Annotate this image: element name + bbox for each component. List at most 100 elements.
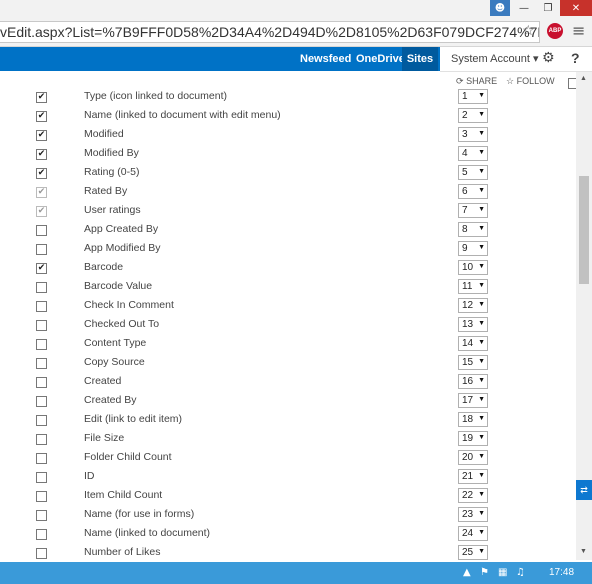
position-select[interactable]: 7 ▼ <box>458 203 488 218</box>
position-value: 24 <box>462 528 474 539</box>
display-checkbox[interactable] <box>36 339 47 350</box>
position-select[interactable]: 22 ▼ <box>458 488 488 503</box>
position-select[interactable]: 6 ▼ <box>458 184 488 199</box>
display-checkbox[interactable] <box>36 301 47 312</box>
dropdown-arrow-icon: ▼ <box>478 168 485 175</box>
display-checkbox[interactable] <box>36 396 47 407</box>
display-checkbox[interactable]: ✔ <box>36 111 47 122</box>
position-value: 16 <box>462 376 474 387</box>
position-value: 13 <box>462 319 474 330</box>
column-name: User ratings <box>84 204 141 216</box>
teamviewer-icon[interactable]: ⇄ <box>576 480 592 500</box>
dropdown-arrow-icon: ▼ <box>478 206 485 213</box>
suite-link-onedrive[interactable]: OneDrive <box>356 47 405 71</box>
position-select[interactable]: 2 ▼ <box>458 108 488 123</box>
share-button[interactable]: ⟳ SHARE <box>456 76 497 87</box>
display-checkbox[interactable] <box>36 548 47 559</box>
position-value: 22 <box>462 490 474 501</box>
display-checkbox[interactable]: ✔ <box>36 149 47 160</box>
display-checkbox[interactable]: ✔ <box>36 130 47 141</box>
flag-icon[interactable]: ⚑ <box>480 567 489 578</box>
abp-icon[interactable]: ABP <box>547 23 563 39</box>
column-name: Type (icon linked to document) <box>84 90 227 102</box>
display-checkbox[interactable]: ✔ <box>36 92 47 103</box>
column-row: ✔ Modified 3 ▼ <box>0 126 576 145</box>
position-select[interactable]: 23 ▼ <box>458 507 488 522</box>
minimize-icon[interactable]: — <box>512 0 536 16</box>
display-checkbox[interactable] <box>36 358 47 369</box>
dropdown-arrow-icon: ▼ <box>478 187 485 194</box>
url-field[interactable]: vEdit.aspx?List=%7B9FFF0D58%2D34A4%2D494… <box>0 21 540 43</box>
column-name: Content Type <box>84 337 147 349</box>
position-select[interactable]: 20 ▼ <box>458 450 488 465</box>
follow-icon: ☆ <box>506 76 515 86</box>
position-select[interactable]: 9 ▼ <box>458 241 488 256</box>
follow-label: FOLLOW <box>516 76 555 86</box>
display-checkbox[interactable] <box>36 244 47 255</box>
position-select[interactable]: 10 ▼ <box>458 260 488 275</box>
account-menu[interactable]: System Account ▾ <box>451 47 538 71</box>
position-select[interactable]: 13 ▼ <box>458 317 488 332</box>
position-select[interactable]: 19 ▼ <box>458 431 488 446</box>
position-select[interactable]: 8 ▼ <box>458 222 488 237</box>
position-select[interactable]: 17 ▼ <box>458 393 488 408</box>
tray-expand-icon[interactable]: ▲ <box>463 567 471 578</box>
columns-list: ✔ Type (icon linked to document) 1 ▼ ✔ Name (… <box>0 88 576 560</box>
column-row: ✔ User ratings 7 ▼ <box>0 202 576 221</box>
position-select[interactable]: 5 ▼ <box>458 165 488 180</box>
position-select[interactable]: 25 ▼ <box>458 545 488 560</box>
display-checkbox[interactable] <box>36 415 47 426</box>
position-select[interactable]: 3 ▼ <box>458 127 488 142</box>
scroll-up-icon[interactable]: ▲ <box>580 75 587 82</box>
scroll-thumb[interactable] <box>579 176 589 284</box>
volume-icon[interactable]: ♫ <box>516 567 525 578</box>
suite-bar: Newsfeed OneDrive Sites System Account ▾… <box>0 47 592 72</box>
position-value: 23 <box>462 509 474 520</box>
close-icon[interactable]: ✕ <box>560 0 592 16</box>
column-row: Number of Likes 25 ▼ <box>0 544 576 560</box>
column-name: File Size <box>84 432 125 444</box>
display-checkbox[interactable] <box>36 320 47 331</box>
position-select[interactable]: 15 ▼ <box>458 355 488 370</box>
dropdown-arrow-icon: ▼ <box>478 320 485 327</box>
network-icon[interactable]: ▦ <box>498 567 507 578</box>
display-checkbox[interactable] <box>36 377 47 388</box>
display-checkbox[interactable] <box>36 434 47 445</box>
gear-icon[interactable]: ⚙ <box>542 50 555 66</box>
suite-link-sites[interactable]: Sites <box>402 47 438 71</box>
star-icon[interactable]: ☆ <box>522 22 535 39</box>
position-select[interactable]: 24 ▼ <box>458 526 488 541</box>
display-checkbox[interactable]: ✔ <box>36 168 47 179</box>
display-checkbox[interactable] <box>36 491 47 502</box>
display-checkbox[interactable] <box>36 282 47 293</box>
follow-button[interactable]: ☆ FOLLOW <box>506 76 555 87</box>
column-row: Content Type 14 ▼ <box>0 335 576 354</box>
position-select[interactable]: 1 ▼ <box>458 89 488 104</box>
suite-link-newsfeed[interactable]: Newsfeed <box>300 47 351 71</box>
position-select[interactable]: 12 ▼ <box>458 298 488 313</box>
position-select[interactable]: 18 ▼ <box>458 412 488 427</box>
menu-icon[interactable]: ≡ <box>572 21 585 40</box>
help-icon[interactable]: ? <box>571 50 580 66</box>
maximize-icon[interactable]: ❐ <box>536 0 560 16</box>
position-select[interactable]: 21 ▼ <box>458 469 488 484</box>
position-select[interactable]: 11 ▼ <box>458 279 488 294</box>
scroll-down-icon[interactable]: ▼ <box>580 548 587 555</box>
display-checkbox[interactable] <box>36 225 47 236</box>
share-icon: ⟳ <box>456 76 464 86</box>
display-checkbox[interactable]: ✔ <box>36 263 47 274</box>
column-row: Created 16 ▼ <box>0 373 576 392</box>
position-select[interactable]: 14 ▼ <box>458 336 488 351</box>
display-checkbox[interactable] <box>36 453 47 464</box>
column-row: ✔ Type (icon linked to document) 1 ▼ <box>0 88 576 107</box>
position-select[interactable]: 16 ▼ <box>458 374 488 389</box>
position-select[interactable]: 4 ▼ <box>458 146 488 161</box>
display-checkbox[interactable] <box>36 510 47 521</box>
display-checkbox[interactable] <box>36 472 47 483</box>
display-checkbox[interactable] <box>36 529 47 540</box>
column-name: App Modified By <box>84 242 161 254</box>
taskbar: ▲ ⚑ ▦ ♫ 17:48 <box>0 562 592 584</box>
column-row: App Modified By 9 ▼ <box>0 240 576 259</box>
column-name: Edit (link to edit item) <box>84 413 183 425</box>
user-icon[interactable]: ☻ <box>490 0 510 16</box>
